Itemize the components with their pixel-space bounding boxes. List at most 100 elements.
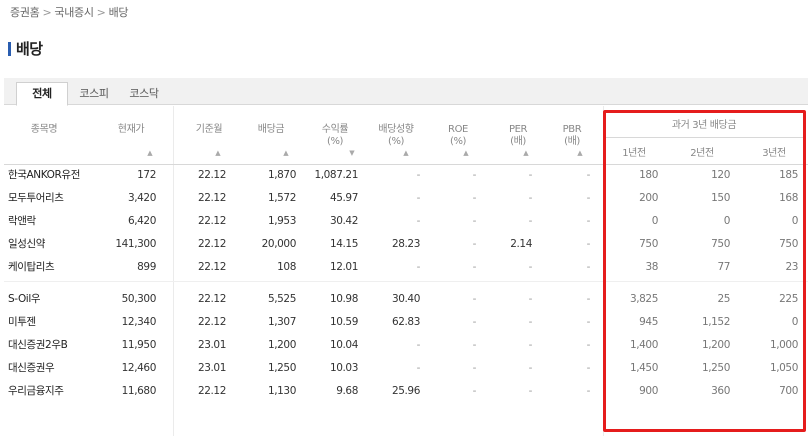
table-row[interactable]: 미투젠 12,340 22.12 1,307 10.59 62.83 - - - 945 1,152…: [4, 311, 808, 334]
table-row[interactable]: 일성신약 141,300 22.12 20,000 14.15 28.23 - 2.14 - 75…: [4, 233, 808, 256]
table-row[interactable]: 대신증권2우B 11,950 23.01 1,200 10.04 - - - - 1,400 1,2…: [4, 334, 808, 357]
cell-price: 12,460: [121, 362, 157, 374]
sort-up-icon[interactable]: ▲: [140, 149, 160, 157]
cell-price: 12,340: [121, 316, 157, 328]
cell-stock-name[interactable]: 모두투어리츠: [8, 187, 108, 210]
cell-pbr: -: [586, 293, 591, 305]
cell-dividend: 1,130: [267, 385, 296, 397]
cell-price: 141,300: [115, 238, 156, 250]
cell-base-month: 22.12: [197, 192, 226, 204]
cell-stock-name[interactable]: 락앤락: [8, 210, 108, 233]
cell-pbr: -: [586, 316, 591, 328]
cell-per: -: [528, 192, 533, 204]
cell-price: 3,420: [127, 192, 156, 204]
cell-dividend: 1,572: [267, 192, 296, 204]
header-dividend[interactable]: 배당금: [246, 124, 296, 136]
cell-per: -: [528, 215, 533, 227]
table-row[interactable]: 모두투어리츠 3,420 22.12 1,572 45.97 - - - - 200 150 168: [4, 187, 808, 210]
cell-pbr: -: [586, 339, 591, 351]
cell-stock-name[interactable]: S-Oil우: [8, 288, 108, 311]
cell-year-3: 225: [779, 293, 798, 305]
breadcrumb-home-link[interactable]: 증권홈: [10, 6, 40, 19]
cell-per: -: [528, 362, 533, 374]
cell-stock-name[interactable]: 대신증권2우B: [8, 334, 108, 357]
cell-year-1: 945: [639, 316, 658, 328]
cell-base-month: 22.12: [197, 316, 226, 328]
header-year-1[interactable]: 1년전: [612, 148, 656, 160]
cell-base-month: 23.01: [197, 362, 226, 374]
sort-up-icon[interactable]: ▲: [396, 149, 416, 157]
header-payout-unit: (%): [387, 136, 405, 147]
history-subheader-divider: [606, 137, 806, 138]
cell-year-1: 1,450: [629, 362, 658, 374]
header-payout[interactable]: 배당성향 (%): [368, 124, 424, 148]
header-roe-label: ROE: [448, 124, 468, 135]
cell-price: 172: [137, 169, 156, 181]
table-row[interactable]: S-Oil우 50,300 22.12 5,525 10.98 30.40 - - - 3,825…: [4, 288, 808, 311]
cell-pbr: -: [586, 238, 591, 250]
table-row[interactable]: 우리금융지주 11,680 22.12 1,130 9.68 25.96 - - - 900 360…: [4, 380, 808, 403]
cell-pbr: -: [586, 362, 591, 374]
cell-year-3: 0: [791, 316, 799, 328]
sort-down-icon[interactable]: ▼: [342, 149, 362, 157]
cell-yield: 14.15: [329, 238, 358, 250]
cell-year-3: 185: [779, 169, 798, 181]
header-base-month[interactable]: 기준월: [184, 124, 234, 136]
breadcrumb-separator: >: [42, 6, 52, 19]
header-pbr-unit: (배): [564, 136, 580, 147]
cell-year-3: 23: [785, 261, 798, 273]
cell-pbr: -: [586, 261, 591, 273]
cell-year-1: 200: [639, 192, 658, 204]
table-row[interactable]: 케이탑리츠 899 22.12 108 12.01 - - - - 38 77 23: [4, 256, 808, 279]
cell-year-3: 1,000: [769, 339, 798, 351]
header-name[interactable]: 종목명: [14, 124, 74, 136]
row-group-divider: [4, 281, 808, 282]
table-row[interactable]: 대신증권우 12,460 23.01 1,250 10.03 - - - - 1,450 1,250…: [4, 357, 808, 380]
cell-stock-name[interactable]: 한국ANKOR유전: [8, 164, 108, 187]
cell-year-2: 750: [711, 238, 730, 250]
breadcrumb-separator: >: [96, 6, 106, 19]
cell-year-1: 180: [639, 169, 658, 181]
cell-dividend: 1,953: [267, 215, 296, 227]
cell-yield: 10.04: [329, 339, 358, 351]
header-year-3[interactable]: 3년전: [752, 148, 796, 160]
cell-price: 50,300: [121, 293, 157, 305]
sort-up-icon[interactable]: ▲: [208, 149, 228, 157]
sort-up-icon[interactable]: ▲: [456, 149, 476, 157]
tab-all[interactable]: 전체: [16, 82, 68, 106]
cell-stock-name[interactable]: 케이탑리츠: [8, 256, 108, 279]
header-year-2[interactable]: 2년전: [680, 148, 724, 160]
cell-yield: 30.42: [329, 215, 358, 227]
tab-kospi[interactable]: 코스피: [70, 83, 118, 104]
tab-kosdaq[interactable]: 코스닥: [120, 83, 168, 104]
cell-pbr: -: [586, 192, 591, 204]
cell-yield: 10.59: [329, 316, 358, 328]
cell-year-1: 750: [639, 238, 658, 250]
header-pbr[interactable]: PBR (배): [552, 124, 592, 148]
cell-base-month: 23.01: [197, 339, 226, 351]
cell-year-2: 1,200: [701, 339, 730, 351]
header-price[interactable]: 현재가: [106, 124, 156, 136]
header-roe[interactable]: ROE (%): [438, 124, 478, 148]
table-row[interactable]: 한국ANKOR유전 172 22.12 1,870 1,087.21 - - - - 180 120…: [4, 164, 808, 187]
cell-stock-name[interactable]: 미투젠: [8, 311, 108, 334]
cell-per: -: [528, 339, 533, 351]
cell-stock-name[interactable]: 우리금융지주: [8, 380, 108, 403]
header-yield-label: 수익률: [321, 124, 349, 135]
cell-payout: -: [416, 192, 421, 204]
cell-stock-name[interactable]: 대신증권우: [8, 357, 108, 380]
breadcrumb: 증권홈 > 국내증시 > 배당: [10, 4, 129, 20]
cell-stock-name[interactable]: 일성신약: [8, 233, 108, 256]
cell-price: 6,420: [127, 215, 156, 227]
header-pbr-label: PBR: [562, 124, 582, 135]
market-tab-strip: 전체 코스피 코스닥: [4, 78, 808, 106]
header-yield[interactable]: 수익률 (%): [310, 124, 360, 148]
cell-per: -: [528, 316, 533, 328]
cell-yield: 1,087.21: [314, 169, 358, 181]
header-per[interactable]: PER (배): [498, 124, 538, 148]
sort-up-icon[interactable]: ▲: [570, 149, 590, 157]
table-row[interactable]: 락앤락 6,420 22.12 1,953 30.42 - - - - 0 0 0: [4, 210, 808, 233]
sort-up-icon[interactable]: ▲: [516, 149, 536, 157]
breadcrumb-section-link[interactable]: 국내증시: [54, 6, 94, 19]
sort-up-icon[interactable]: ▲: [276, 149, 296, 157]
